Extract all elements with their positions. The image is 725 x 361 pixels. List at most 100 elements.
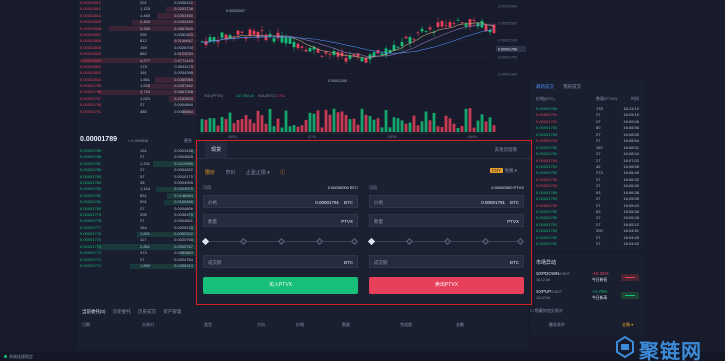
volume-bar — [288, 126, 292, 132]
sell-quantity-input[interactable]: 数量 PTVX — [369, 214, 524, 227]
sell-percent-slider[interactable] — [367, 237, 525, 245]
volume-bar — [236, 119, 240, 132]
volume-bar — [452, 123, 456, 132]
candle-body — [224, 34, 228, 39]
volume-bar — [312, 113, 316, 132]
orders-col-date: 日期 — [82, 322, 90, 327]
buy-price-unit: BTC — [344, 200, 353, 205]
candle-body — [344, 57, 348, 62]
volume-bar — [436, 126, 440, 132]
orders-col-trigger: 触发条件 — [549, 322, 565, 327]
sell-price-input[interactable]: 价格 0.00001791 BTC — [369, 195, 524, 208]
orders-col-type: 类型 — [204, 322, 212, 327]
tab-spot[interactable]: 现货 — [205, 141, 228, 159]
volume-bar — [364, 114, 368, 132]
trade-time: 16:04:42 — [623, 241, 639, 247]
volume-bar — [372, 119, 376, 132]
volume-bar — [376, 118, 380, 132]
volume-bar — [408, 122, 412, 132]
tab-open-orders[interactable]: 当前委托(0) — [82, 309, 106, 314]
candle-body — [248, 29, 252, 36]
candle-body — [296, 43, 300, 49]
order-book-bids: 0.00001789 131 0.0023436 0.00001788 27 0.0004… — [78, 148, 196, 269]
buy-available-value: 0.00000000 BTC — [327, 185, 358, 190]
ask-row[interactable]: 0.00001791 485 0.0086864 — [78, 109, 196, 115]
mover-down-badge — [621, 274, 639, 281]
buy-button[interactable]: 买入PTVX — [203, 277, 358, 294]
volume-value: 147,593.40 — [236, 94, 254, 98]
more-link[interactable]: 更多 — [184, 138, 192, 144]
candle-body — [220, 32, 224, 38]
sell-available-value: 0.00000000 PTVX — [491, 185, 524, 190]
volume-bar — [248, 119, 252, 132]
tab-asset-management[interactable]: 资产管理 — [163, 309, 181, 314]
volume-bar — [464, 108, 468, 132]
candle-body — [360, 58, 364, 62]
tab-order-history[interactable]: 历史委托 — [113, 309, 131, 314]
price-chart[interactable]: 0.00002900 0.00002500 0.00002100 0.00001700… — [198, 0, 528, 140]
volume-bar — [252, 123, 256, 132]
bid-row[interactable]: 0.00001771 1,899 0.0336313 — [78, 263, 196, 269]
candle-body — [284, 37, 288, 44]
current-price-label: 0.00001789 — [498, 47, 517, 51]
sell-button[interactable]: 卖出PTVX — [369, 277, 524, 294]
volume-bar — [216, 125, 220, 132]
watermark-text: 聚链网 — [639, 339, 702, 361]
info-icon[interactable]: ⓘ — [280, 170, 285, 176]
candle-body — [400, 42, 404, 47]
volume-bar — [380, 127, 384, 132]
volume-bar — [324, 109, 328, 132]
buy-price-value: 0.00001791 — [315, 200, 339, 205]
candle-body — [236, 30, 240, 35]
volume-bar — [412, 115, 416, 132]
candle-body — [244, 38, 248, 39]
buy-total-label: 成交额 — [208, 260, 222, 265]
volume-bar — [368, 116, 372, 132]
volume-bar — [268, 108, 272, 132]
volume-bar — [212, 118, 216, 132]
volume-bar — [208, 118, 212, 132]
volume-bar — [308, 112, 312, 132]
candle-body — [448, 21, 452, 27]
candle-body — [436, 22, 440, 27]
tab-trade-history[interactable]: 历史成交 — [138, 309, 156, 314]
volume-bar — [492, 125, 496, 132]
tab-my-trades[interactable]: 我的成交 — [563, 84, 581, 89]
buy-quantity-input[interactable]: 数量 PTVX — [203, 214, 358, 227]
candle-body — [212, 37, 216, 42]
sell-price-unit: BTC — [510, 200, 519, 205]
cancel-all-button[interactable]: 全撤 ▾ — [622, 322, 633, 328]
low-price-label: 0.00001250 — [328, 79, 347, 83]
buy-percent-slider[interactable] — [201, 237, 359, 245]
tab-latest-trades[interactable]: 最新成交 — [536, 84, 554, 89]
sell-total-input[interactable]: 成交额 BTC — [369, 255, 524, 268]
orders-col-side: 方向 — [257, 322, 265, 327]
mover-symbol: SXPUP/USDT — [536, 289, 563, 294]
candle-body — [480, 20, 484, 28]
tab-stop-order[interactable]: 止盈止损 ▾ — [246, 170, 270, 176]
volume-bar — [348, 119, 352, 132]
tab-market-order[interactable]: 市价 — [225, 170, 235, 176]
buy-total-input[interactable]: 成交额 BTC — [203, 255, 358, 268]
spot-guide-link[interactable]: 去现货指南 — [495, 147, 518, 153]
buy-price-input[interactable]: 价格 0.00001791 BTC — [203, 195, 358, 208]
volume-bar — [284, 110, 288, 132]
candle-body — [288, 37, 292, 44]
tab-limit-order[interactable]: 限价 — [205, 170, 215, 176]
order-total: 0.0336313 — [174, 263, 193, 269]
y-tick-label: 0.00002100 — [498, 39, 517, 43]
candle-body — [464, 24, 468, 27]
hide-other-pairs-toggle[interactable]: ☐ 隐藏其他交易对 — [530, 308, 563, 314]
candle-body — [452, 23, 456, 25]
fee-selector[interactable]: CNY 免税 ▾ — [489, 168, 517, 174]
volume-bar — [292, 125, 296, 132]
orders-col-amount: 数量 — [342, 322, 350, 327]
candle-body — [460, 21, 464, 23]
volume-bar — [244, 115, 248, 132]
volume-bar — [220, 116, 224, 132]
mover-item[interactable]: SXPDOWN/USDT 16:12:08 -10.25% 今日新低 — [536, 271, 639, 285]
mover-item[interactable]: SXPUP/USDT 16:12:08 +4.75% 今日新高 — [536, 289, 639, 303]
x-tick-label: 08/03 — [228, 135, 237, 139]
candle-body — [472, 20, 476, 22]
sell-total-unit: BTC — [510, 260, 519, 265]
